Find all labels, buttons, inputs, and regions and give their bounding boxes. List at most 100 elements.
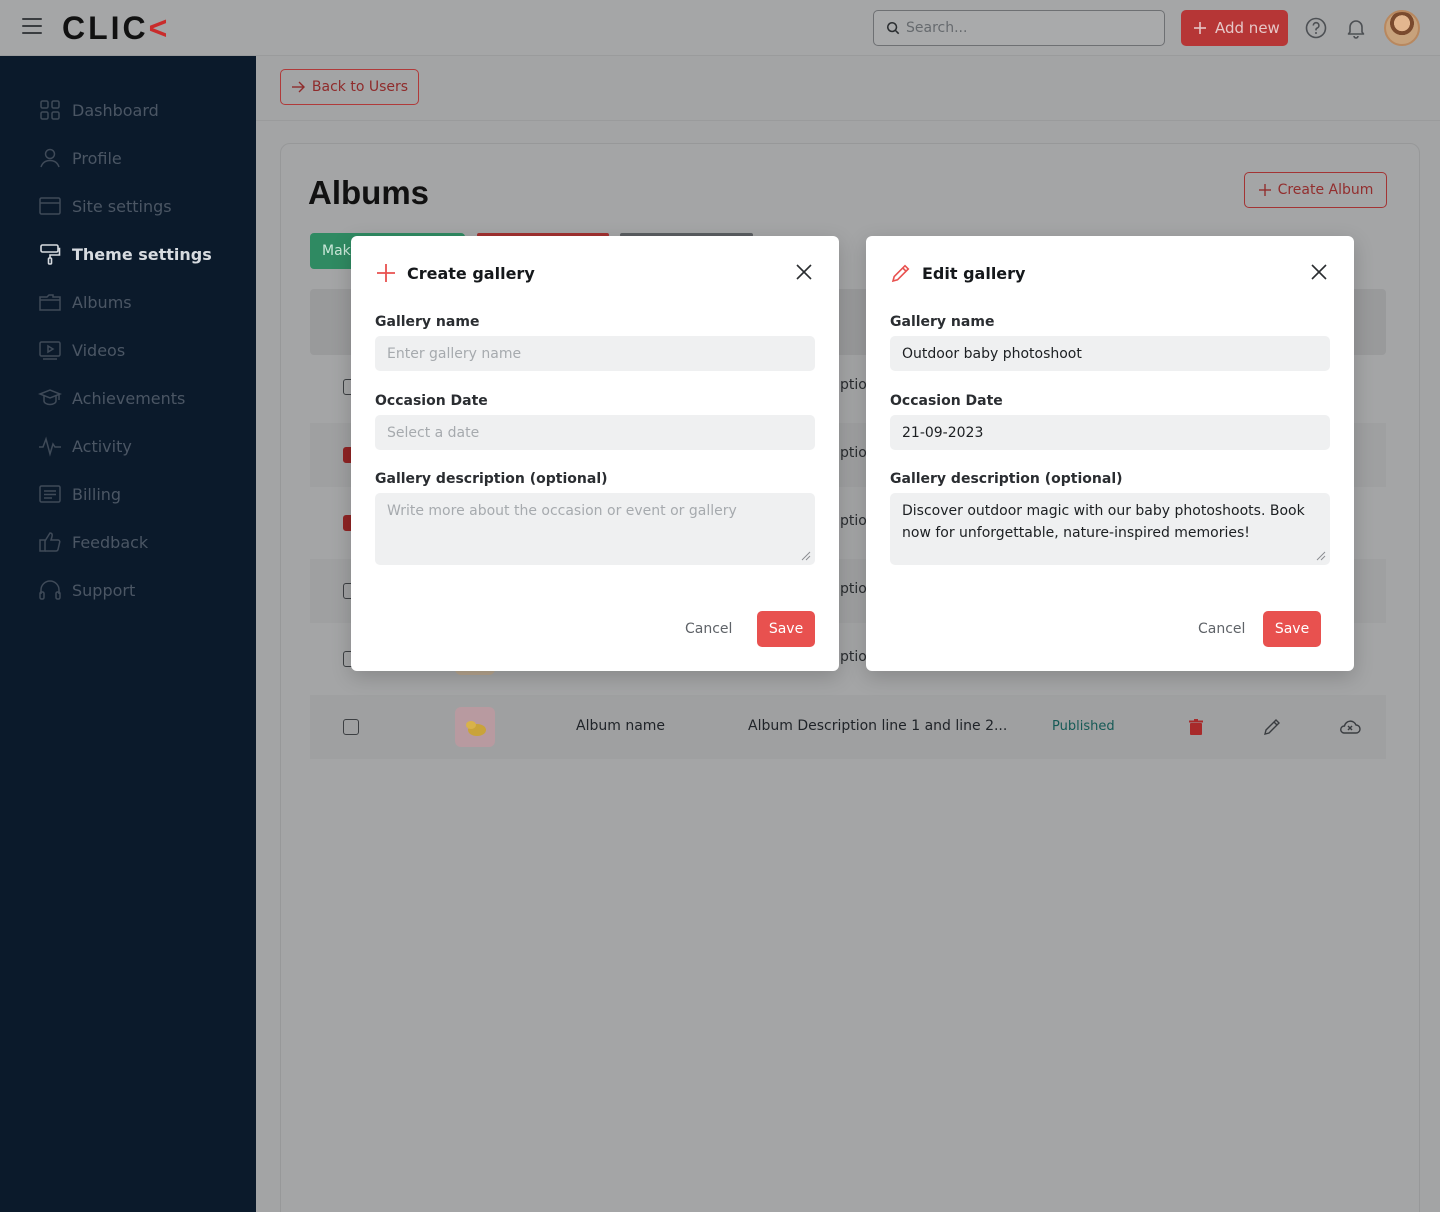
logo[interactable]: CLIC< [62, 10, 170, 47]
save-button[interactable]: Save [757, 611, 815, 647]
sidebar-item-profile[interactable]: Profile [38, 144, 122, 172]
gallery-name-placeholder: Enter gallery name [387, 345, 522, 362]
description-peek: ptio [840, 445, 867, 461]
sidebar-item-label: Videos [72, 340, 126, 360]
table-row[interactable]: Album name Album Description line 1 and … [310, 695, 1386, 759]
gallery-name-input[interactable]: Enter gallery name [375, 336, 815, 371]
sidebar-item-feedback[interactable]: Feedback [38, 528, 148, 556]
row-checkbox[interactable] [343, 719, 359, 735]
gallery-description-label: Gallery description (optional) [375, 471, 608, 487]
sidebar-item-activity[interactable]: Activity [38, 432, 132, 460]
sidebar-item-label: Billing [72, 484, 122, 504]
menu-icon[interactable] [22, 18, 42, 36]
gallery-name-input[interactable]: Outdoor baby photoshoot [890, 336, 1330, 371]
plus-icon [1194, 22, 1206, 34]
gallery-description-value: Discover outdoor magic with our baby pho… [902, 503, 1305, 541]
pencil-icon[interactable] [1262, 717, 1282, 737]
sidebar-item-label: Albums [72, 292, 132, 312]
back-to-users-button[interactable]: Back to Users [280, 69, 419, 105]
gallery-description-input[interactable]: Discover outdoor magic with our baby pho… [890, 493, 1330, 565]
create-album-label: Create Album [1277, 182, 1374, 198]
occasion-date-input[interactable]: Select a date [375, 415, 815, 450]
cloud-off-icon[interactable] [1339, 717, 1361, 737]
bell-icon[interactable] [1344, 16, 1368, 40]
help-icon[interactable] [1304, 16, 1328, 40]
top-header: CLIC< Add new [0, 0, 1440, 56]
folder-icon [39, 294, 61, 311]
plus-icon [377, 264, 395, 282]
modal-header: Edit gallery [890, 262, 1025, 284]
medal-icon [38, 389, 62, 406]
description-peek: ptio [840, 377, 867, 393]
logo-accent: < [148, 10, 171, 46]
occasion-date-label: Occasion Date [890, 393, 1003, 409]
description-peek: ptio [840, 513, 867, 529]
sidebar-item-label: Site settings [72, 196, 172, 216]
add-new-button[interactable]: Add new [1181, 10, 1288, 46]
status-badge: Published [1052, 719, 1115, 734]
browser-icon [39, 197, 61, 215]
cancel-button[interactable]: Cancel [685, 611, 732, 647]
sidebar-item-dashboard[interactable]: Dashboard [38, 96, 159, 124]
save-button[interactable]: Save [1263, 611, 1321, 647]
page-title: Albums [308, 174, 430, 211]
sidebar-item-videos[interactable]: Videos [38, 336, 125, 364]
arrow-right-icon [291, 81, 305, 93]
sidebar-item-achievements[interactable]: Achievements [38, 384, 185, 412]
occasion-date-value: 21-09-2023 [902, 424, 984, 441]
occasion-date-label: Occasion Date [375, 393, 488, 409]
pencil-icon [891, 264, 910, 283]
sidebar-item-billing[interactable]: Billing [38, 480, 121, 508]
trash-icon[interactable] [1186, 717, 1206, 737]
album-image-icon [466, 721, 486, 736]
create-gallery-modal: Create gallery Gallery name Enter galler… [351, 236, 839, 671]
create-album-button[interactable]: Create Album [1244, 172, 1387, 208]
sidebar-item-label: Support [72, 580, 136, 600]
video-icon [39, 341, 61, 360]
close-icon[interactable] [1310, 263, 1328, 281]
modal-title: Create gallery [407, 263, 535, 283]
back-bar: Back to Users [256, 56, 1440, 121]
thumbs-up-icon [39, 532, 61, 552]
resize-handle-icon[interactable] [801, 551, 811, 561]
make-button-label: Mak [322, 243, 351, 259]
sidebar-item-label: Theme settings [72, 244, 212, 264]
gallery-name-label: Gallery name [375, 314, 480, 330]
description-peek: ptio [840, 581, 867, 597]
gallery-name-value: Outdoor baby photoshoot [902, 345, 1082, 362]
sidebar-item-albums[interactable]: Albums [38, 288, 132, 316]
gallery-description-input[interactable]: Write more about the occasion or event o… [375, 493, 815, 565]
avatar[interactable] [1384, 10, 1420, 46]
sidebar: Dashboard Profile Site settings Theme se… [0, 56, 256, 1212]
edit-gallery-modal: Edit gallery Gallery name Outdoor baby p… [866, 236, 1354, 671]
paint-roller-icon [40, 244, 61, 265]
plus-icon [1258, 184, 1271, 196]
gallery-description-label: Gallery description (optional) [890, 471, 1123, 487]
search-box[interactable] [873, 10, 1165, 46]
cancel-button[interactable]: Cancel [1198, 611, 1245, 647]
modal-title: Edit gallery [922, 263, 1026, 283]
search-input[interactable] [906, 17, 1146, 39]
resize-handle-icon[interactable] [1316, 551, 1326, 561]
sidebar-item-label: Dashboard [72, 100, 159, 120]
headset-icon [39, 580, 61, 600]
sidebar-item-label: Achievements [72, 388, 186, 408]
sidebar-item-site-settings[interactable]: Site settings [38, 192, 172, 220]
modal-header: Create gallery [375, 262, 535, 284]
close-icon[interactable] [795, 263, 813, 281]
gallery-name-label: Gallery name [890, 314, 995, 330]
sidebar-item-label: Profile [72, 148, 122, 168]
album-name: Album name [576, 718, 666, 734]
occasion-date-placeholder: Select a date [387, 424, 480, 441]
user-icon [40, 148, 60, 168]
logo-text: CLIC [62, 10, 149, 46]
sidebar-item-support[interactable]: Support [38, 576, 135, 604]
add-new-label: Add new [1215, 19, 1280, 37]
album-thumbnail [455, 707, 495, 747]
receipt-icon [39, 485, 61, 503]
grid-icon [40, 100, 60, 120]
back-label: Back to Users [311, 79, 409, 95]
album-description: Album Description line 1 and line 2... [748, 718, 1008, 734]
sidebar-item-theme-settings[interactable]: Theme settings [38, 240, 212, 268]
occasion-date-input[interactable]: 21-09-2023 [890, 415, 1330, 450]
